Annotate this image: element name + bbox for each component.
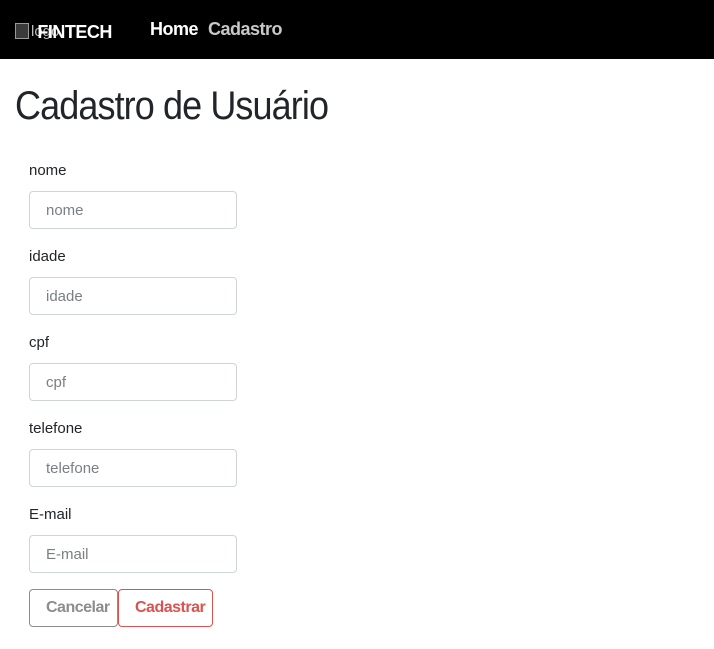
brand-name: FINTECH <box>37 21 112 42</box>
form-actions: Cancelar Cadastrar <box>29 589 213 627</box>
nome-label: nome <box>29 162 67 179</box>
page-title: Cadastro de Usuário <box>15 84 329 128</box>
broken-image-icon <box>15 23 29 39</box>
cpf-label: cpf <box>29 334 50 351</box>
telefone-label: telefone <box>29 420 83 437</box>
idade-label: idade <box>29 248 66 265</box>
field-email: E-mail <box>29 504 329 590</box>
field-nome: nome <box>29 160 329 246</box>
nav-link-cadastro[interactable]: Cadastro <box>208 19 283 40</box>
cancel-button[interactable]: Cancelar <box>29 589 118 627</box>
brand-link[interactable]: logo FINTECH <box>15 17 112 45</box>
email-label: E-mail <box>29 506 72 523</box>
submit-button[interactable]: Cadastrar <box>118 589 213 627</box>
telefone-input[interactable] <box>29 449 237 487</box>
nav-link-home[interactable]: Home <box>150 19 199 40</box>
cpf-input[interactable] <box>29 363 237 401</box>
email-input[interactable] <box>29 535 237 573</box>
top-navbar: logo FINTECH Home Cadastro <box>0 0 714 59</box>
field-idade: idade <box>29 246 329 332</box>
registration-form: nome idade cpf telefone E-mail <box>29 160 329 590</box>
field-telefone: telefone <box>29 418 329 504</box>
idade-input[interactable] <box>29 277 237 315</box>
field-cpf: cpf <box>29 332 329 418</box>
nome-input[interactable] <box>29 191 237 229</box>
